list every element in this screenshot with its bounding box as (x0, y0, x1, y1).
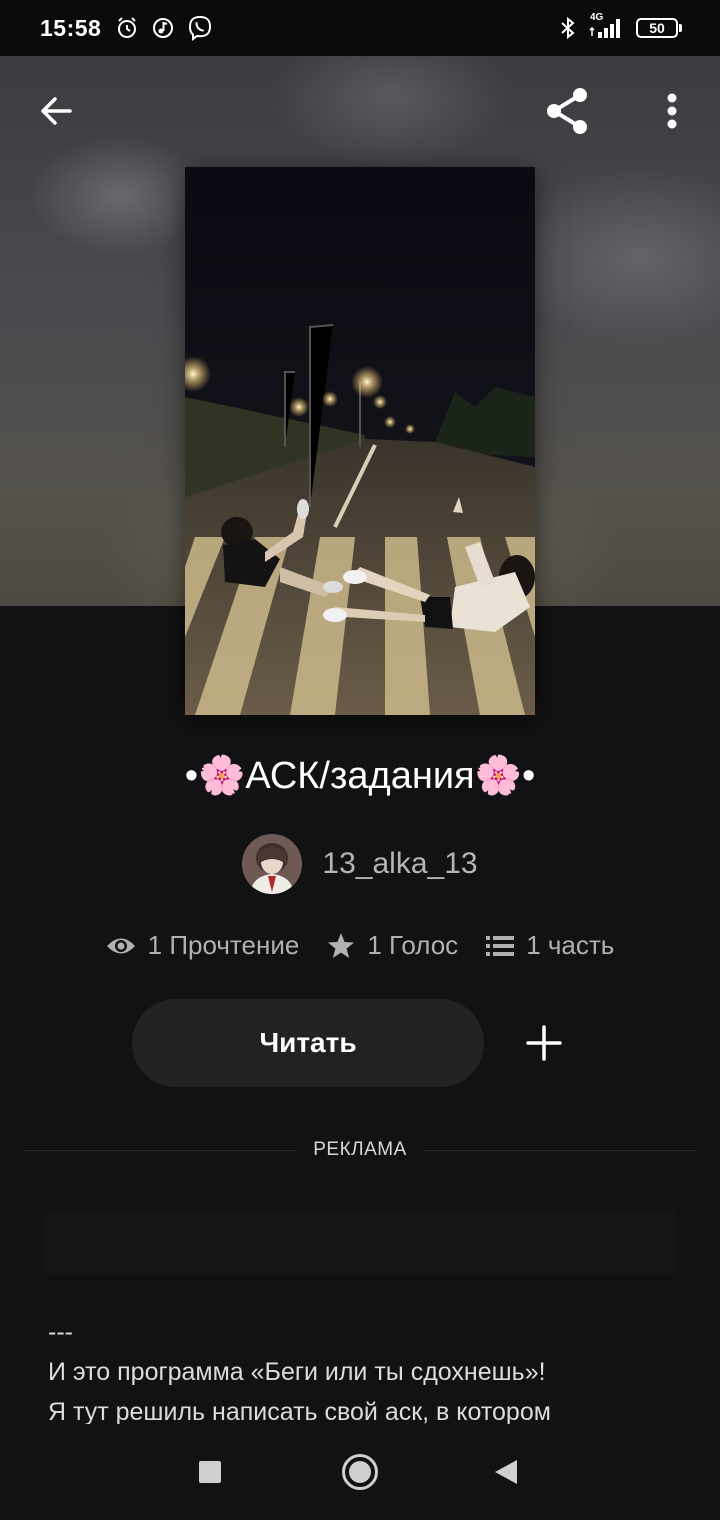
ad-label: РЕКЛАМА (313, 1139, 407, 1160)
recents-button[interactable] (194, 1448, 226, 1496)
reads-stat: 1 Прочтение (106, 930, 300, 961)
battery-icon: 50 (636, 18, 682, 38)
list-icon (486, 935, 515, 956)
star-icon (328, 932, 355, 958)
description-line: И это программа «Беги или ты сдохнешь»! (48, 1358, 546, 1386)
author-name[interactable]: 13_alka_13 (322, 847, 477, 881)
status-time: 15:58 (40, 14, 102, 41)
more-options-button[interactable] (652, 83, 692, 139)
status-icons-right: 4G 50 (558, 12, 682, 40)
share-button[interactable] (540, 83, 596, 139)
home-icon (342, 1454, 378, 1490)
back-triangle-icon (495, 1460, 517, 1484)
eye-icon (106, 938, 135, 953)
votes-stat: 1 Голос (327, 930, 458, 961)
story-stats: 1 Прочтение 1 Голос 1 часть (0, 930, 720, 961)
battery-level: 50 (636, 18, 678, 38)
back-button[interactable] (32, 83, 80, 139)
alarm-icon (118, 17, 137, 38)
story-description: --- И это программа «Беги или ты сдохнеш… (48, 1312, 688, 1432)
parts-stat: 1 часть (486, 930, 614, 961)
read-button[interactable]: Читать (132, 999, 484, 1087)
ad-divider: РЕКЛАМА (25, 1138, 695, 1162)
votes-count: 1 Голос (367, 930, 459, 960)
avatar[interactable] (242, 834, 303, 894)
more-vertical-icon (667, 93, 677, 129)
ad-banner[interactable] (44, 1212, 676, 1274)
back-nav-button[interactable] (490, 1448, 522, 1496)
add-to-library-button[interactable] (516, 1015, 572, 1071)
status-bar: 15:58 4G 50 (0, 0, 720, 56)
recents-icon (199, 1461, 221, 1483)
arrow-left-icon (41, 97, 72, 125)
reads-count: 1 Прочтение (147, 930, 300, 960)
share-icon (547, 88, 587, 134)
author-row[interactable]: 13_alka_13 (0, 834, 720, 894)
bluetooth-icon (561, 16, 575, 40)
story-title: •🌸АСК/задания🌸• (184, 755, 536, 797)
parts-count: 1 часть (526, 930, 615, 960)
status-icons-left (115, 15, 213, 41)
viber-icon (189, 15, 212, 41)
signal-icon: 4G (588, 12, 626, 40)
plus-icon (526, 1025, 562, 1061)
story-cover-image[interactable] (185, 167, 535, 715)
music-icon (153, 18, 174, 38)
home-button[interactable] (336, 1448, 384, 1496)
description-line: --- (48, 1318, 73, 1346)
